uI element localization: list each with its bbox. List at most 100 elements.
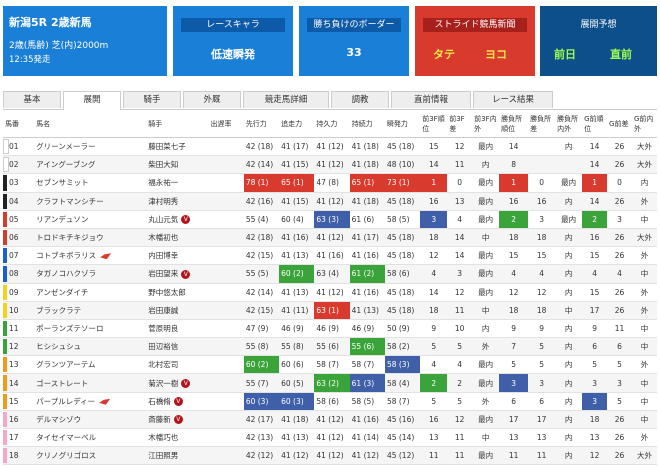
horse-name[interactable]: デルマシゾウ xyxy=(34,410,147,430)
horse-name[interactable]: コトブキボラリス xyxy=(34,246,147,266)
tab-horse-detail[interactable]: 競走馬詳細 xyxy=(243,91,329,108)
horse-name[interactable]: ゴーストレート xyxy=(34,373,147,393)
jockey-name[interactable]: 斎藤新 V xyxy=(146,410,209,430)
table-row[interactable]: 03 セブンサミット 福永祐一 78 (1) 65 (1) 47 (8) 65 (1) 73 … xyxy=(3,173,657,193)
jockey-name-text[interactable]: 江田照男 xyxy=(148,451,178,460)
jockey-name-text[interactable]: 丸山元気 xyxy=(148,215,178,224)
horse-name-text[interactable]: タイセイマーベル xyxy=(36,433,96,442)
table-row[interactable]: 14 ゴーストレート 菊沢一樹 V 55 (7) 60 (5) 63 (2) 61 (3) 58… xyxy=(3,373,657,393)
jockey-name[interactable]: 菊沢一樹 V xyxy=(146,373,209,393)
jockey-name-text[interactable]: 斎藤新 xyxy=(148,415,171,424)
horse-name[interactable]: ポーランズテソーロ xyxy=(34,319,147,339)
horse-name[interactable]: クリノグリゴロス xyxy=(34,446,147,466)
jockey-name-text[interactable]: 木幡初也 xyxy=(148,233,178,242)
tab-gaikyu[interactable]: 外厩 xyxy=(183,91,241,108)
horse-name[interactable]: グリーンメーラー xyxy=(34,137,147,157)
table-row[interactable]: 01 グリーンメーラー 藤田菜七子 42 (18) 41 (17) 41 (12) 41 (… xyxy=(3,137,657,157)
table-row[interactable]: 16 デルマシゾウ 斎藤新 V 42 (17) 41 (18) 41 (12) 41 (16)… xyxy=(3,410,657,430)
horse-name-text[interactable]: ヒシシュシュ xyxy=(36,342,81,351)
stride-tate-link[interactable]: タテ xyxy=(433,46,455,62)
table-row[interactable]: 13 グランツアーテム 北村宏司 60 (2) 60 (6) 58 (7) 58 (7) 58… xyxy=(3,355,657,375)
horse-name-text[interactable]: ポーランズテソーロ xyxy=(36,324,103,333)
table-row[interactable]: 12 ヒシシュシュ 田辺裕信 55 (8) 55 (8) 55 (6) 55 (6) 58 (… xyxy=(3,337,657,357)
horse-name[interactable]: トロドキチキジョウ xyxy=(34,228,147,248)
horse-name-text[interactable]: タガノコハクゾラ xyxy=(36,269,96,278)
stride-yoko-link[interactable]: ヨコ xyxy=(485,46,507,62)
tenkai-chokuzen-link[interactable]: 直前 xyxy=(610,46,632,62)
table-row[interactable]: 15 パープルレディー 石橋脩 V 60 (3) 60 (3) 58 (6) 58 (5) 58… xyxy=(3,392,657,411)
horse-name-text[interactable]: パープルレディー xyxy=(36,397,95,406)
jockey-name[interactable]: 菅原明良 xyxy=(146,319,209,339)
horse-name-text[interactable]: グランツアーテム xyxy=(36,360,95,369)
horse-name-text[interactable]: デルマシゾウ xyxy=(36,415,81,424)
tab-kihon[interactable]: 基本 xyxy=(3,91,61,108)
horse-name[interactable]: クラフトマンシチー xyxy=(34,192,147,211)
jockey-name[interactable]: 北村宏司 xyxy=(146,355,209,375)
table-row[interactable]: 04 クラフトマンシチー 津村明秀 42 (16) 41 (15) 41 (12) 41 (… xyxy=(3,192,657,211)
horse-name[interactable]: タガノコハクゾラ xyxy=(34,264,147,284)
jockey-name[interactable]: 石橋脩 V xyxy=(146,392,209,411)
horse-name-text[interactable]: クラフトマンシチー xyxy=(36,197,104,206)
table-row[interactable]: 09 アンゼンダイチ 野中悠太郎 42 (14) 41 (13) 41 (12) 41 (1… xyxy=(3,283,657,302)
table-row[interactable]: 18 クリノグリゴロス 江田照男 42 (12) 41 (12) 41 (12) 41 (1… xyxy=(3,446,657,466)
jockey-name[interactable]: 木幡巧也 xyxy=(146,428,209,448)
jockey-name-text[interactable]: 福永祐一 xyxy=(148,178,178,187)
horse-name-text[interactable]: アンゼンダイチ xyxy=(36,288,88,297)
table-row[interactable]: 11 ポーランズテソーロ 菅原明良 47 (9) 46 (9) 46 (9) 46 (9) 5… xyxy=(3,319,657,339)
jockey-name-text[interactable]: 岩田望来 xyxy=(148,269,178,278)
tab-kishu[interactable]: 騎手 xyxy=(123,91,181,108)
jockey-name[interactable]: 木幡初也 xyxy=(146,228,209,248)
tab-result[interactable]: レース結果 xyxy=(473,91,553,108)
tab-chokuzen[interactable]: 直前情報 xyxy=(391,91,471,108)
jockey-name[interactable]: 柴田大知 xyxy=(146,155,209,175)
jockey-name-text[interactable]: 藤田菜七子 xyxy=(148,142,186,151)
jockey-name[interactable]: 津村明秀 xyxy=(146,192,209,211)
horse-name-text[interactable]: クリノグリゴロス xyxy=(36,451,96,460)
jockey-name-text[interactable]: 津村明秀 xyxy=(148,197,178,206)
jockey-name-text[interactable]: 柴田大知 xyxy=(148,160,178,169)
stride-card[interactable]: ストライド競馬新聞 タテ ヨコ xyxy=(415,6,535,76)
horse-name-text[interactable]: リアンデュソン xyxy=(36,215,88,224)
horse-name-text[interactable]: コトブキボラリス xyxy=(36,251,96,260)
horse-name[interactable]: セブンサミット xyxy=(34,173,147,193)
tab-tenkai[interactable]: 展開 xyxy=(63,91,121,110)
jockey-name[interactable]: 福永祐一 xyxy=(146,173,209,193)
jockey-name[interactable]: 江田照男 xyxy=(146,446,209,466)
horse-name[interactable]: タイセイマーベル xyxy=(34,428,147,448)
table-row[interactable]: 07 コトブキボラリス 内田博幸 42 (15) 41 (13) 41 (16) 41 (1… xyxy=(3,246,657,266)
jockey-name[interactable]: 野中悠太郎 xyxy=(146,283,209,302)
jockey-name[interactable]: 岩田康誠 xyxy=(146,301,209,320)
tenkai-zenjitsu-link[interactable]: 前日 xyxy=(554,46,576,62)
jockey-name-text[interactable]: 菊沢一樹 xyxy=(148,379,178,388)
jockey-name[interactable]: 田辺裕信 xyxy=(146,337,209,357)
horse-name[interactable]: ブラックラテ xyxy=(34,301,147,320)
horse-name-text[interactable]: ブラックラテ xyxy=(36,306,81,315)
jockey-name[interactable]: 岩田望来 V xyxy=(146,264,209,284)
table-row[interactable]: 08 タガノコハクゾラ 岩田望来 V 55 (5) 60 (2) 63 (4) 61 (2) 5… xyxy=(3,264,657,284)
horse-name-text[interactable]: グリーンメーラー xyxy=(36,142,95,151)
horse-name-text[interactable]: トロドキチキジョウ xyxy=(36,233,104,242)
horse-name[interactable]: グランツアーテム xyxy=(34,355,147,375)
table-row[interactable]: 05 リアンデュソン 丸山元気 V 55 (4) 60 (4) 63 (3) 61 (6) 58… xyxy=(3,210,657,229)
tab-chokyo[interactable]: 調教 xyxy=(331,91,389,108)
horse-name[interactable]: アイングーブング xyxy=(34,155,147,175)
jockey-name-text[interactable]: 木幡巧也 xyxy=(148,433,178,442)
horse-name[interactable]: アンゼンダイチ xyxy=(34,283,147,302)
jockey-name-text[interactable]: 野中悠太郎 xyxy=(148,288,186,297)
jockey-name-text[interactable]: 田辺裕信 xyxy=(148,342,178,351)
jockey-name-text[interactable]: 北村宏司 xyxy=(148,360,178,369)
horse-name[interactable]: パープルレディー xyxy=(34,392,147,411)
jockey-name-text[interactable]: 石橋脩 xyxy=(148,397,171,406)
horse-name[interactable]: リアンデュソン xyxy=(34,210,147,229)
horse-name-text[interactable]: ゴーストレート xyxy=(36,379,88,388)
jockey-name-text[interactable]: 菅原明良 xyxy=(148,324,178,333)
horse-name-text[interactable]: アイングーブング xyxy=(36,160,95,169)
table-row[interactable]: 02 アイングーブング 柴田大知 42 (14) 41 (15) 41 (12) 41 (1… xyxy=(3,155,657,175)
table-row[interactable]: 06 トロドキチキジョウ 木幡初也 42 (18) 41 (16) 41 (12) 41 (… xyxy=(3,228,657,248)
horse-name[interactable]: ヒシシュシュ xyxy=(34,337,147,357)
jockey-name-text[interactable]: 岩田康誠 xyxy=(148,306,178,315)
table-row[interactable]: 17 タイセイマーベル 木幡巧也 42 (13) 41 (13) 41 (12) 41 (1… xyxy=(3,428,657,448)
horse-name-text[interactable]: セブンサミット xyxy=(36,178,89,187)
jockey-name[interactable]: 丸山元気 V xyxy=(146,210,209,229)
jockey-name-text[interactable]: 内田博幸 xyxy=(148,251,178,260)
